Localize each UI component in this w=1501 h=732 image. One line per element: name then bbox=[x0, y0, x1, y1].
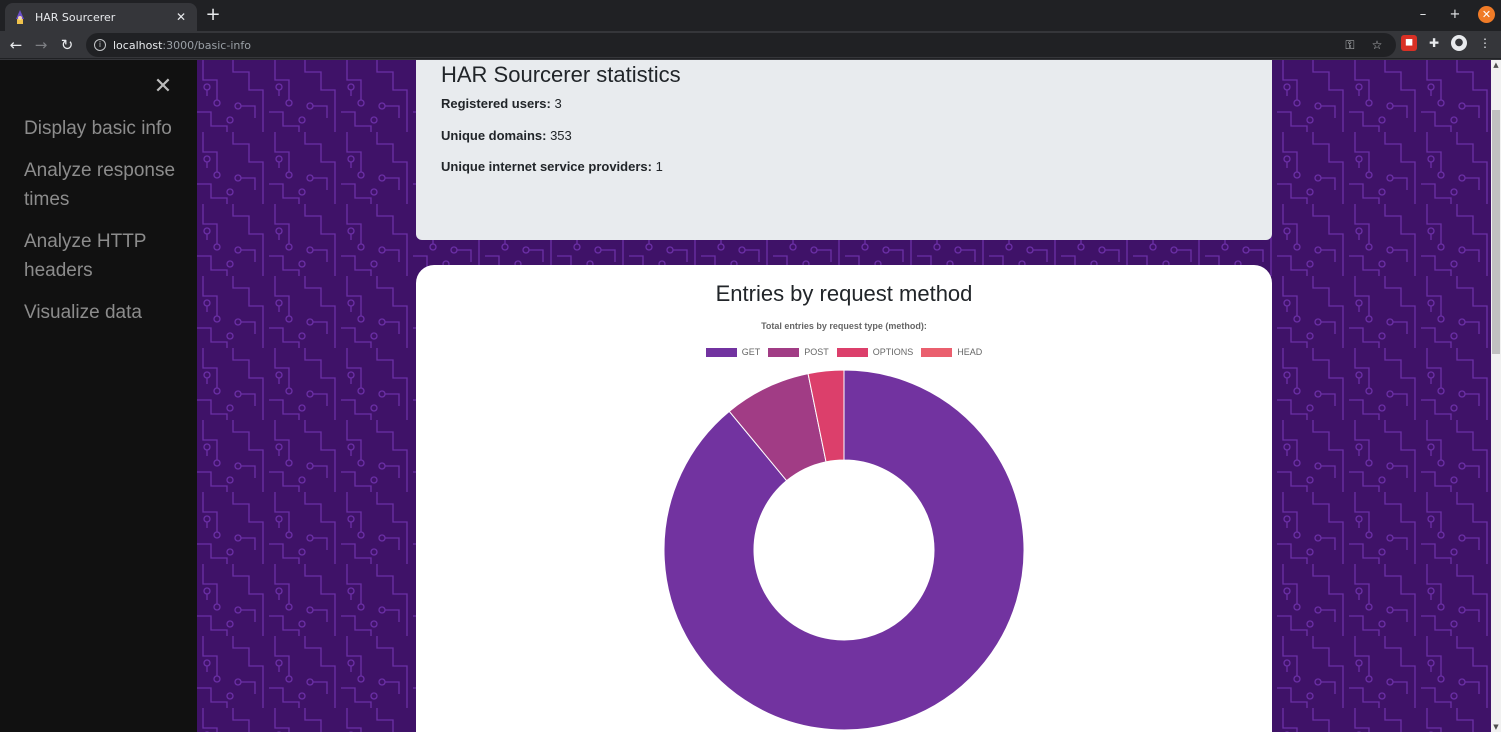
legend-item[interactable]: HEAD bbox=[921, 347, 982, 357]
browser-tab-bar: HAR Sourcerer ✕ + – + ✕ bbox=[0, 0, 1501, 31]
stat-unique-domains: Unique domains: 353 bbox=[441, 128, 572, 143]
stat-value: 353 bbox=[550, 128, 572, 143]
chart-subtitle: Total entries by request type (method): bbox=[761, 321, 927, 331]
extension-red-icon[interactable]: ◼ bbox=[1401, 35, 1417, 51]
forward-arrow-icon[interactable]: → bbox=[31, 35, 51, 55]
page-viewport: ✕ Display basic info Analyze response ti… bbox=[0, 60, 1501, 732]
browser-toolbar: ← → ↻ i localhost:3000/basic-info ⚿ ☆ bbox=[0, 31, 1501, 59]
sidebar-close-icon[interactable]: ✕ bbox=[152, 76, 174, 98]
legend-item[interactable]: POST bbox=[768, 347, 829, 357]
profile-avatar-icon[interactable]: ● bbox=[1451, 35, 1467, 51]
scroll-down-arrow-icon[interactable]: ▼ bbox=[1491, 722, 1501, 732]
legend-swatch bbox=[921, 347, 953, 357]
chart-legend: GET POST OPTIONS HEAD bbox=[416, 347, 1272, 357]
legend-item[interactable]: GET bbox=[705, 347, 761, 357]
stat-label: Registered users: bbox=[441, 96, 551, 111]
chart-heading: Entries by request method bbox=[715, 281, 973, 306]
legend-swatch bbox=[705, 347, 737, 357]
tab-close-icon[interactable]: ✕ bbox=[173, 10, 189, 24]
legend-label: HEAD bbox=[957, 347, 983, 357]
stats-title: HAR Sourcerer statistics bbox=[441, 62, 681, 87]
vertical-scrollbar[interactable]: ▲ ▼ bbox=[1491, 60, 1501, 732]
donut-chart bbox=[663, 369, 1025, 731]
extensions-puzzle-icon[interactable]: ✚ bbox=[1426, 35, 1442, 51]
sidebar-item-display-basic-info[interactable]: Display basic info bbox=[24, 114, 189, 143]
legend-swatch bbox=[836, 347, 868, 357]
minimize-icon[interactable]: – bbox=[1414, 6, 1432, 24]
address-bar[interactable]: i localhost:3000/basic-info ⚿ ☆ bbox=[86, 33, 1396, 57]
key-icon[interactable]: ⚿ bbox=[1342, 37, 1358, 53]
reload-icon[interactable]: ↻ bbox=[57, 35, 77, 55]
url-host: localhost bbox=[113, 38, 163, 52]
maximize-icon[interactable]: + bbox=[1446, 6, 1464, 24]
stat-value: 1 bbox=[655, 159, 663, 174]
url-path: :3000/basic-info bbox=[162, 38, 251, 52]
site-info-icon[interactable]: i bbox=[94, 39, 106, 51]
browser-tab[interactable]: HAR Sourcerer ✕ bbox=[5, 3, 197, 31]
browser-menu-icon[interactable]: ⋮ bbox=[1477, 35, 1493, 51]
wizard-favicon-icon bbox=[16, 10, 24, 24]
sidebar-item-analyze-response-times[interactable]: Analyze response times bbox=[24, 156, 189, 214]
stat-label: Unique domains: bbox=[441, 128, 547, 143]
chart-card: Entries by request method Total entries … bbox=[416, 265, 1272, 732]
legend-swatch bbox=[768, 347, 800, 357]
window-close-icon[interactable]: ✕ bbox=[1478, 6, 1495, 23]
sidebar: ✕ Display basic info Analyze response ti… bbox=[0, 60, 197, 732]
legend-label: OPTIONS bbox=[872, 347, 914, 357]
legend-item[interactable]: OPTIONS bbox=[836, 347, 914, 357]
sidebar-item-analyze-http-headers[interactable]: Analyze HTTP headers bbox=[24, 227, 189, 285]
scroll-up-arrow-icon[interactable]: ▲ bbox=[1491, 60, 1501, 70]
legend-label: GET bbox=[741, 347, 761, 357]
legend-label: POST bbox=[804, 347, 829, 357]
statistics-card: HAR Sourcerer statistics Registered user… bbox=[416, 60, 1272, 240]
stat-label: Unique internet service providers: bbox=[441, 159, 652, 174]
stat-unique-isps: Unique internet service providers: 1 bbox=[441, 159, 663, 174]
stat-registered-users: Registered users: 3 bbox=[441, 96, 562, 111]
tab-title: HAR Sourcerer bbox=[35, 10, 116, 24]
new-tab-button[interactable]: + bbox=[204, 6, 222, 24]
scrollbar-thumb[interactable] bbox=[1492, 110, 1500, 354]
sidebar-item-visualize-data[interactable]: Visualize data bbox=[24, 298, 189, 327]
back-arrow-icon[interactable]: ← bbox=[6, 35, 26, 55]
stat-value: 3 bbox=[554, 96, 562, 111]
bookmark-star-icon[interactable]: ☆ bbox=[1369, 37, 1385, 53]
